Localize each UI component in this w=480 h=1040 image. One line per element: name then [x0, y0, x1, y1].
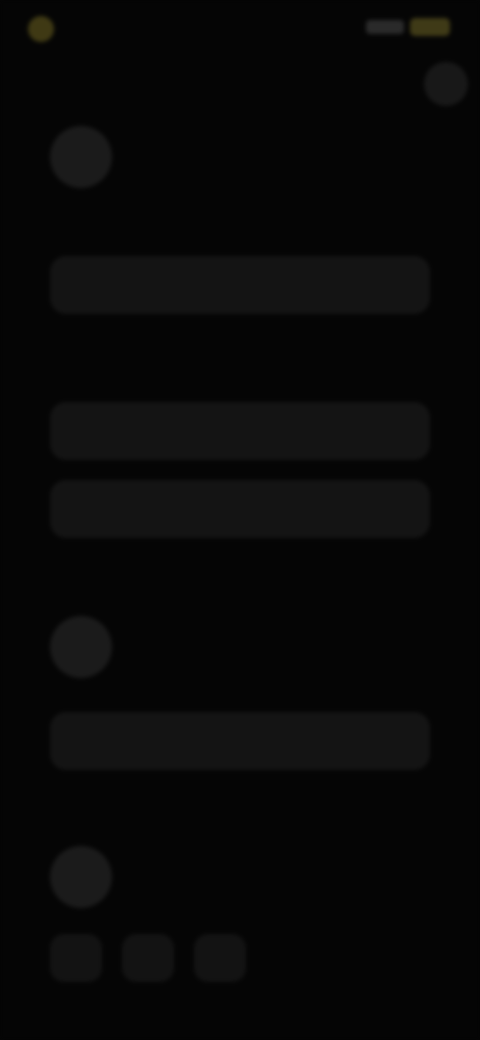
signal-icon	[366, 20, 404, 34]
chip[interactable]	[50, 934, 102, 982]
chip-list	[50, 934, 246, 982]
status-right	[366, 18, 450, 36]
secondary-button[interactable]	[50, 402, 430, 460]
section-three	[50, 846, 430, 996]
status-left	[28, 16, 62, 42]
app-indicator-icon	[28, 16, 54, 42]
chip[interactable]	[122, 934, 174, 982]
battery-icon	[410, 18, 450, 36]
avatar	[50, 126, 112, 188]
avatar	[50, 846, 112, 908]
section-button[interactable]	[50, 712, 430, 770]
chip[interactable]	[194, 934, 246, 982]
status-bar	[0, 0, 480, 60]
tertiary-button[interactable]	[50, 480, 430, 538]
avatar	[50, 616, 112, 678]
blurred-screen	[0, 0, 480, 1040]
corner-action-button[interactable]	[424, 62, 468, 106]
section-account	[50, 120, 430, 540]
section-two	[50, 616, 430, 776]
primary-button[interactable]	[50, 256, 430, 314]
